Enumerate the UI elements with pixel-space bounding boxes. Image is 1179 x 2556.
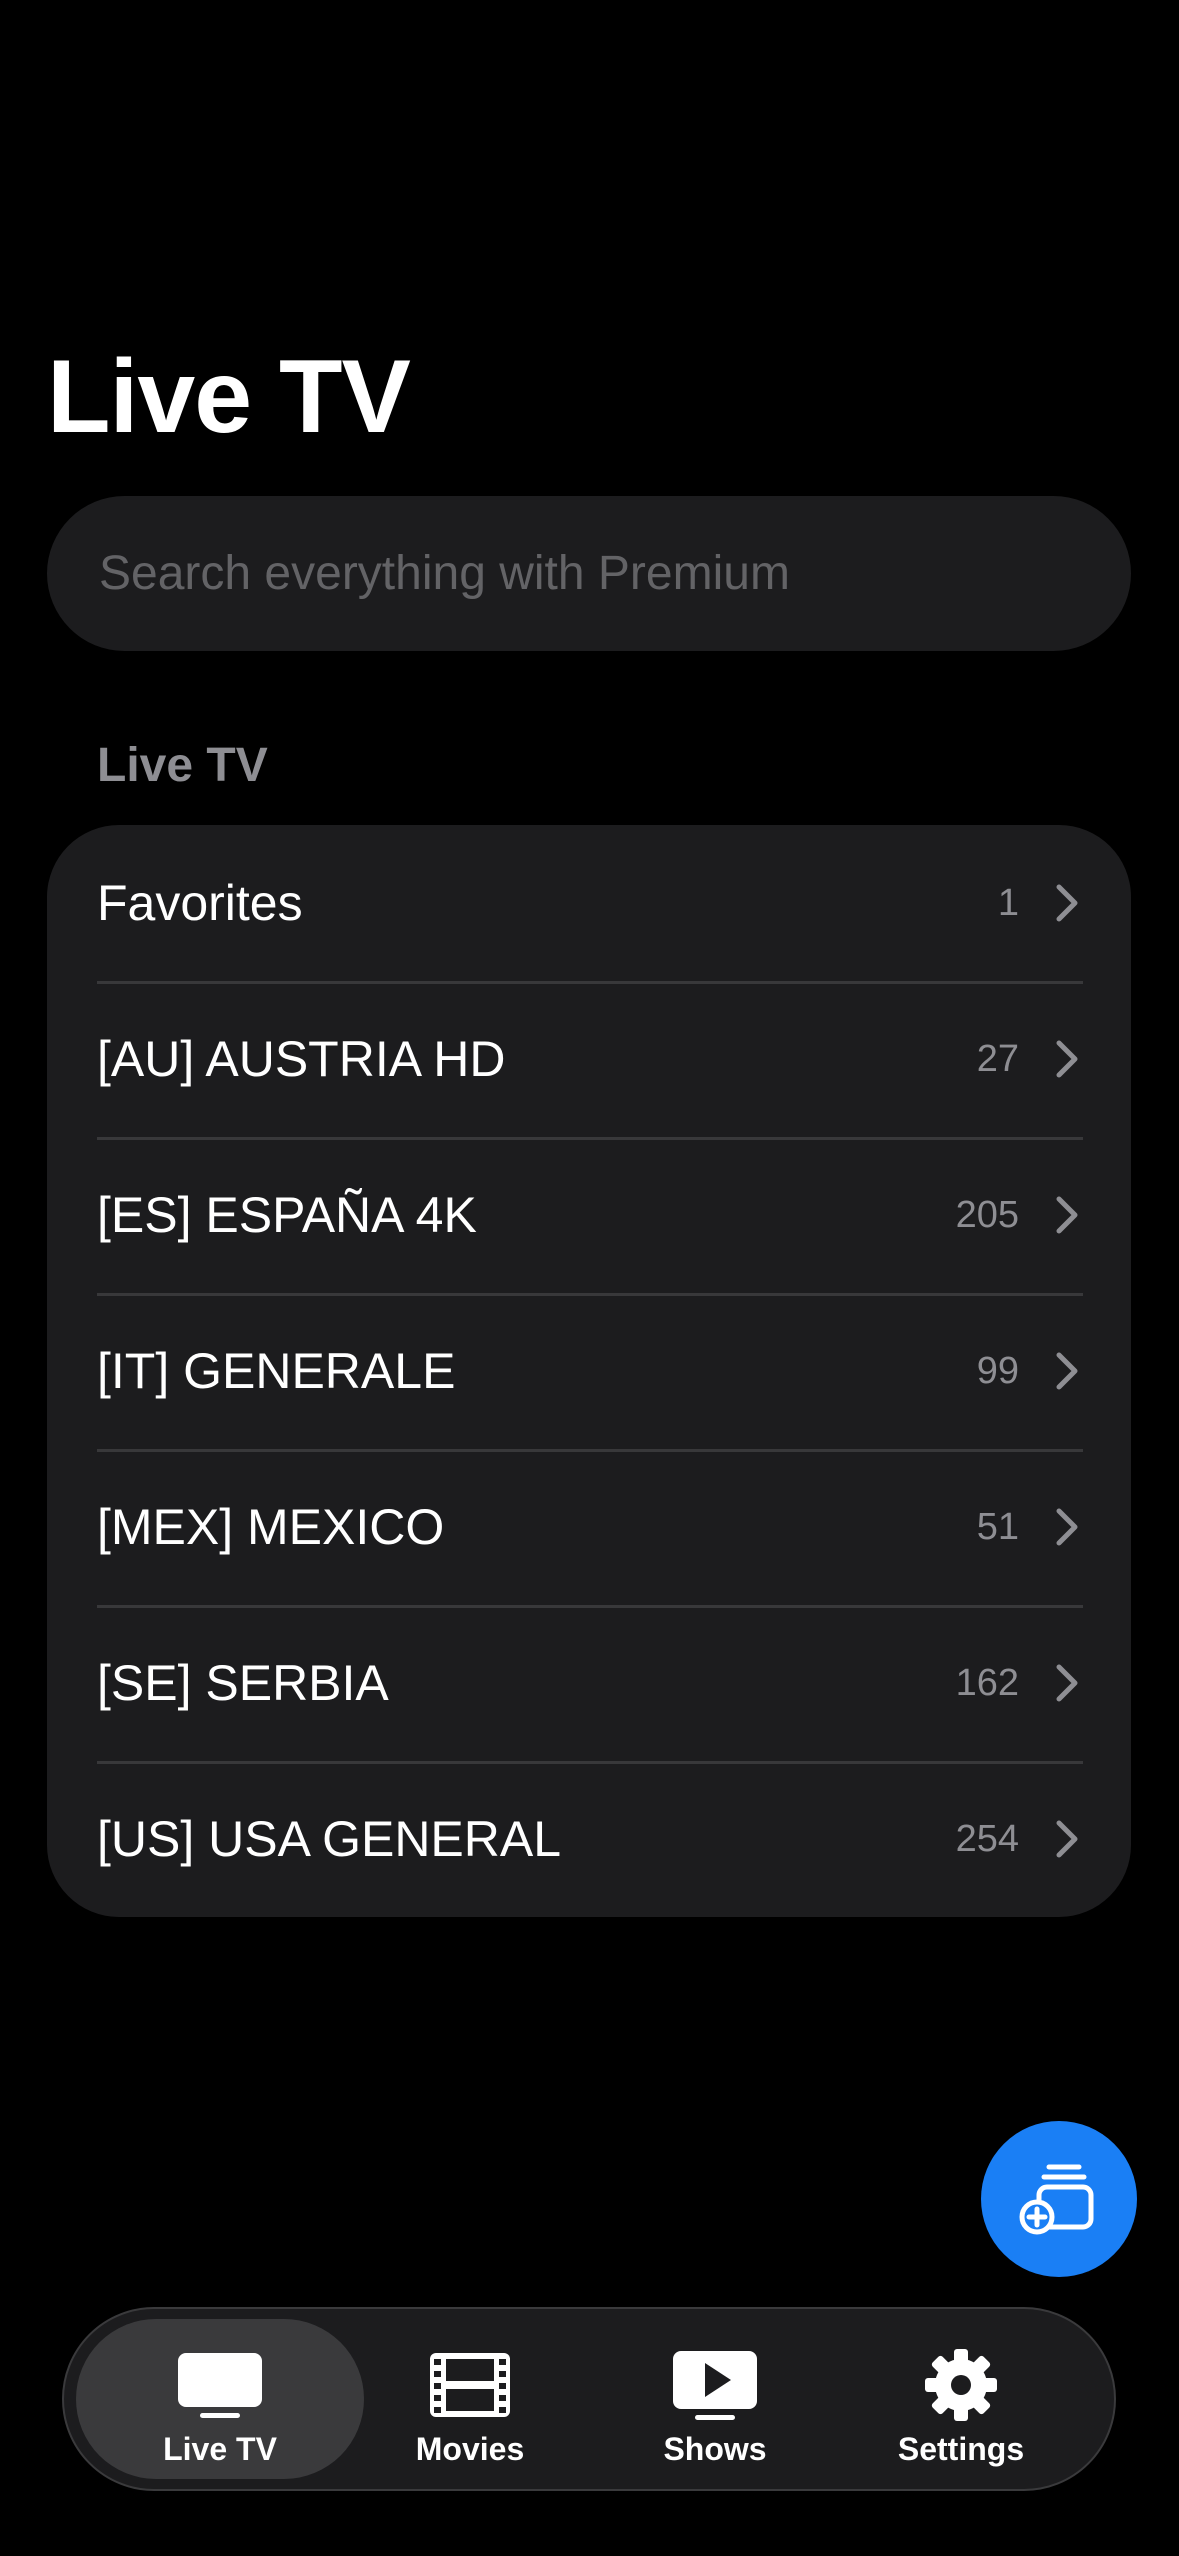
category-row-espana[interactable]: [ES] ESPAÑA 4K 205 <box>47 1137 1131 1293</box>
chevron-right-icon <box>1053 881 1081 925</box>
chevron-right-icon <box>1053 1037 1081 1081</box>
film-icon <box>428 2349 512 2421</box>
category-count: 205 <box>955 1193 1019 1236</box>
category-label: [MEX] MEXICO <box>97 1499 445 1555</box>
category-row-serbia[interactable]: [SE] SERBIA 162 <box>47 1605 1131 1761</box>
category-list: Favorites 1 [AU] AUSTRIA HD 27 [ES] ESPA… <box>47 825 1131 1917</box>
category-count: 51 <box>976 1505 1019 1548</box>
category-label: [IT] GENERALE <box>97 1343 456 1399</box>
tv-icon <box>176 2349 264 2421</box>
tab-label: Settings <box>897 2431 1025 2467</box>
category-count: 99 <box>976 1349 1019 1392</box>
category-row-italy[interactable]: [IT] GENERALE 99 <box>47 1293 1131 1449</box>
chevron-right-icon <box>1053 1817 1081 1861</box>
category-label: Favorites <box>97 875 303 931</box>
play-icon <box>671 2349 759 2421</box>
tab-settings[interactable]: Settings <box>842 2319 1080 2479</box>
category-row-usa[interactable]: [US] USA GENERAL 254 <box>47 1761 1131 1917</box>
search-input[interactable] <box>97 545 1131 602</box>
chevron-right-icon <box>1053 1193 1081 1237</box>
tab-label: Movies <box>415 2431 525 2467</box>
chevron-right-icon <box>1053 1661 1081 1705</box>
gear-icon <box>923 2349 999 2421</box>
tab-movies[interactable]: Movies <box>351 2319 589 2479</box>
chevron-right-icon <box>1053 1505 1081 1549</box>
category-count: 27 <box>976 1037 1019 1080</box>
tab-label: Live TV <box>163 2431 277 2467</box>
category-count: 162 <box>955 1661 1019 1704</box>
add-playlist-button[interactable] <box>981 2121 1137 2277</box>
page-title: Live TV <box>47 339 411 455</box>
category-count: 254 <box>955 1817 1019 1860</box>
category-label: [SE] SERBIA <box>97 1655 389 1711</box>
category-label: [US] USA GENERAL <box>97 1811 562 1867</box>
search-bar[interactable] <box>47 496 1131 651</box>
chevron-right-icon <box>1053 1349 1081 1393</box>
tab-live-tv[interactable]: Live TV <box>76 2319 364 2479</box>
section-header: Live TV <box>97 739 268 792</box>
category-row-mexico[interactable]: [MEX] MEXICO 51 <box>47 1449 1131 1605</box>
category-label: [ES] ESPAÑA 4K <box>97 1187 477 1243</box>
category-row-favorites[interactable]: Favorites 1 <box>47 825 1131 981</box>
tab-shows[interactable]: Shows <box>596 2319 834 2479</box>
tab-label: Shows <box>663 2431 767 2467</box>
category-count: 1 <box>997 881 1019 924</box>
tab-bar: Live TV Movies Shows Settings <box>62 2307 1116 2491</box>
add-playlist-icon <box>1019 2157 1099 2242</box>
category-label: [AU] AUSTRIA HD <box>97 1031 506 1087</box>
category-row-austria[interactable]: [AU] AUSTRIA HD 27 <box>47 981 1131 1137</box>
